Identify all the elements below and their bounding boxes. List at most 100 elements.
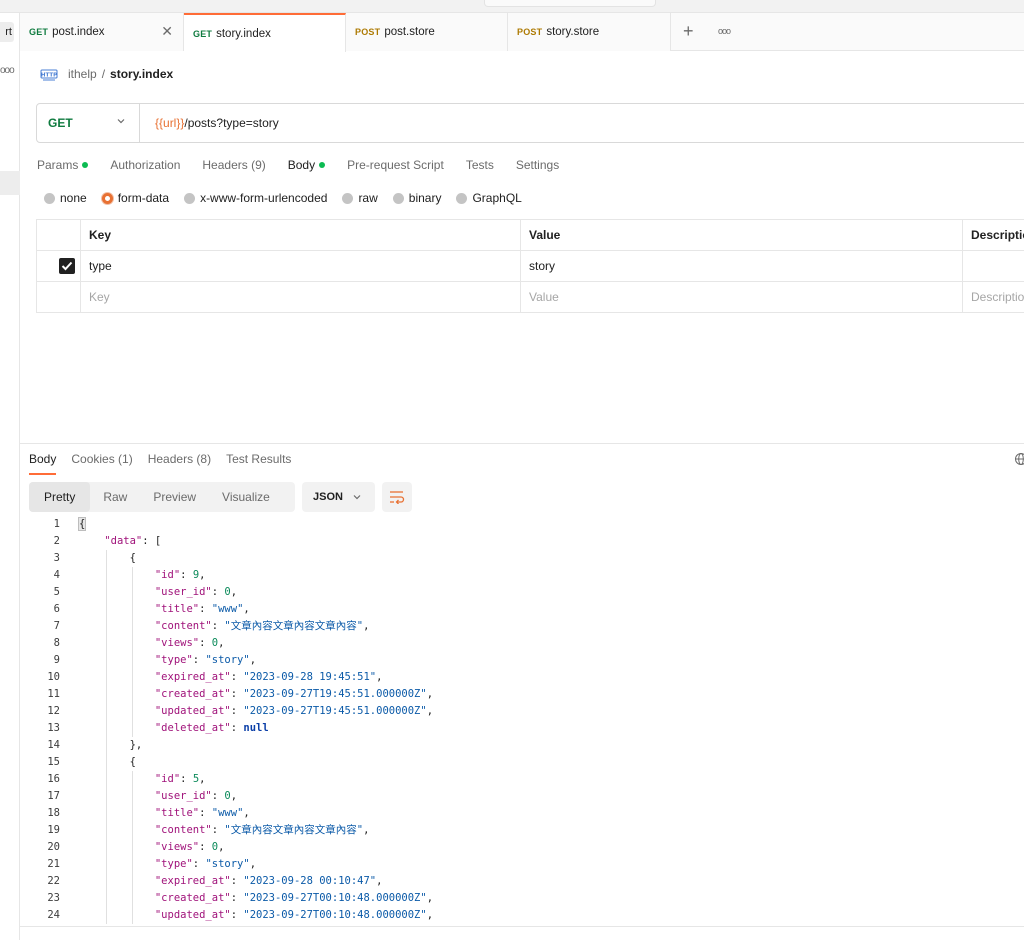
left-sidebar: rt ooo (0, 13, 20, 940)
line-number: 15 (47, 756, 60, 768)
global-search-box[interactable] (484, 0, 656, 7)
tab-body[interactable]: Body (287, 155, 326, 175)
code-line: 9 "type": "story", (29, 652, 1024, 669)
tab-params[interactable]: Params (37, 155, 89, 175)
radio-none[interactable]: none (44, 191, 87, 205)
line-content: "views": 0, (154, 841, 225, 853)
line-number: 5 (53, 586, 60, 598)
radio-form-data[interactable]: form-data (101, 191, 170, 205)
new-description-input[interactable]: Description (963, 282, 1024, 312)
code-line: 16 "id": 5, (29, 771, 1024, 788)
tab-test-results[interactable]: Test Results (226, 450, 291, 475)
response-tabs: Body Cookies (1) Headers (8) Test Result… (29, 450, 306, 475)
tab-post-index[interactable]: GET post.index ✕ (20, 13, 184, 51)
tab-more-icon[interactable]: ooo (718, 26, 731, 36)
tab-post-store[interactable]: POST post.store (346, 13, 508, 51)
close-icon[interactable]: ✕ (161, 23, 173, 40)
radio-label: form-data (117, 191, 170, 205)
line-number: 11 (47, 688, 60, 700)
tab-response-headers[interactable]: Headers (8) (148, 450, 211, 475)
response-body-code[interactable]: 1{2 "data": [3 {4 "id": 9, 5 "user_id": 0… (29, 516, 1024, 924)
line-content: "data": [ (104, 535, 162, 547)
format-label: JSON (313, 491, 343, 503)
sidebar-more-icon[interactable]: ooo (0, 65, 15, 76)
line-content: "user_id": 0, (154, 790, 238, 802)
line-number: 9 (53, 654, 60, 666)
radio-label: none (60, 191, 87, 205)
radio-label: raw (358, 191, 378, 205)
tab-settings[interactable]: Settings (516, 155, 559, 175)
body-type-options: none form-data x-www-form-urlencoded raw… (44, 190, 537, 206)
line-content: "views": 0, (154, 637, 225, 649)
table-row-new: Key Value Description (36, 282, 1024, 313)
line-number: 12 (47, 705, 60, 717)
row-value-input[interactable]: story (521, 251, 963, 281)
tab-method: POST (517, 27, 543, 37)
row-description-input[interactable] (963, 251, 1024, 281)
line-content: "expired_at": "2023-09-28 19:45:51", (154, 671, 383, 683)
radio-raw[interactable]: raw (342, 191, 378, 205)
code-line: 1{ (29, 516, 1024, 533)
method-select[interactable]: GET (37, 104, 140, 142)
radio-circle (184, 192, 196, 204)
radio-label: x-www-form-urlencoded (200, 191, 328, 205)
radio-binary[interactable]: binary (392, 191, 441, 205)
tab-name: post.index (52, 26, 105, 38)
new-value-input[interactable]: Value (521, 282, 963, 312)
tab-story-index[interactable]: GET story.index (184, 13, 346, 52)
line-content: "id": 9, (154, 569, 206, 581)
line-content: "content": "文章內容文章內容文章內容", (154, 824, 370, 836)
import-button[interactable]: rt (0, 22, 14, 42)
line-content: "deleted_at": null (154, 722, 269, 734)
line-number: 20 (47, 841, 60, 853)
response-divider[interactable] (20, 443, 1024, 444)
header-checkbox-cell (37, 220, 81, 250)
row-checkbox-cell (37, 251, 81, 281)
line-number: 19 (47, 824, 60, 836)
code-line: 5 "user_id": 0, (29, 584, 1024, 601)
url-path: /posts?type=story (184, 116, 279, 130)
tab-response-body[interactable]: Body (29, 450, 57, 475)
format-select[interactable]: JSON (302, 482, 375, 512)
line-content: }, (79, 739, 143, 751)
line-content: { (79, 756, 136, 768)
view-pretty[interactable]: Pretty (29, 482, 91, 512)
radio-circle (44, 192, 55, 204)
new-tab-button[interactable]: + (683, 21, 694, 41)
code-line: 11 "created_at": "2023-09-27T19:45:51.00… (29, 686, 1024, 703)
new-key-input[interactable]: Key (81, 282, 521, 312)
view-raw[interactable]: Raw (90, 482, 140, 512)
view-visualize[interactable]: Visualize (209, 482, 283, 512)
header-key: Key (81, 220, 521, 250)
tab-pre-request-script[interactable]: Pre-request Script (347, 155, 444, 175)
code-line: 14 }, (29, 737, 1024, 754)
tab-label: Body (287, 158, 316, 172)
request-tabs: Params Authorization Headers (9) Body Pr… (37, 155, 581, 175)
line-number: 22 (47, 875, 60, 887)
code-line: 15 { (29, 754, 1024, 771)
wrap-lines-button[interactable] (382, 482, 412, 512)
code-line: 24 "updated_at": "2023-09-27T00:10:48.00… (29, 907, 1024, 924)
row-key-input[interactable]: type (81, 251, 521, 281)
tab-story-store[interactable]: POST story.store (508, 13, 671, 51)
code-line: 4 "id": 9, (29, 567, 1024, 584)
url-variable: {{url}} (155, 116, 185, 130)
line-number: 1 (53, 518, 60, 530)
url-input[interactable]: {{url}}/posts?type=story (140, 116, 279, 130)
globe-icon[interactable] (1014, 452, 1024, 466)
breadcrumb-request-name[interactable]: story.index (110, 67, 173, 81)
tab-tests[interactable]: Tests (466, 155, 494, 175)
tab-response-cookies[interactable]: Cookies (1) (71, 450, 132, 475)
radio-label: GraphQL (472, 191, 522, 205)
code-line: 7 "content": "文章內容文章內容文章內容", (29, 618, 1024, 635)
sidebar-selected-item[interactable] (0, 171, 20, 195)
tab-authorization[interactable]: Authorization (110, 155, 180, 175)
radio-x-www-form-urlencoded[interactable]: x-www-form-urlencoded (184, 191, 327, 205)
row-enabled-checkbox[interactable] (59, 258, 75, 274)
line-number: 6 (53, 603, 60, 615)
radio-graphql[interactable]: GraphQL (456, 191, 522, 205)
code-line: 21 "type": "story", (29, 856, 1024, 873)
view-preview[interactable]: Preview (140, 482, 209, 512)
tab-headers[interactable]: Headers (9) (202, 155, 265, 175)
breadcrumb-collection[interactable]: ithelp (68, 67, 97, 81)
